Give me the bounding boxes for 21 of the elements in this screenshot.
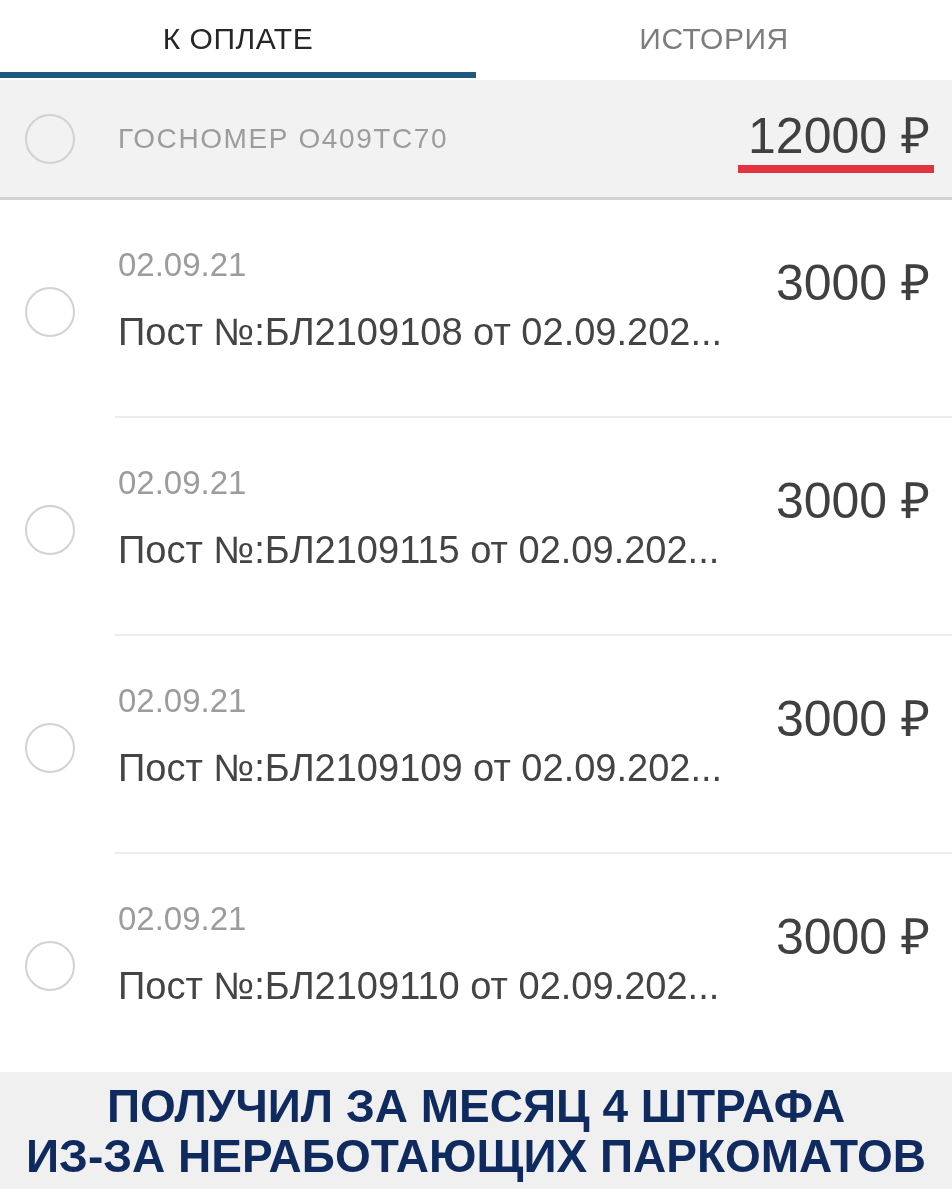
fine-amount: 3000 ₽ <box>775 256 930 310</box>
fine-date: 02.09.21 <box>118 246 247 284</box>
radio-button[interactable] <box>25 287 75 337</box>
radio-button[interactable] <box>25 113 75 164</box>
fine-description: Пост №:БЛ2109108 от 02.09.202... <box>118 310 723 354</box>
fine-description: Пост №:БЛ2109110 от 02.09.202... <box>118 964 720 1008</box>
tab[interactable]: ИСТОРИЯ <box>476 0 952 78</box>
fine-amount: 3000 ₽ <box>775 692 930 746</box>
fine-amount: 3000 ₽ <box>775 910 930 964</box>
radio-button[interactable] <box>25 505 75 555</box>
fine-date: 02.09.21 <box>118 900 247 938</box>
radio-button[interactable] <box>25 723 75 773</box>
fine-description: Пост №:БЛ2109109 от 02.09.202... <box>118 746 723 790</box>
fine-amount: 3000 ₽ <box>775 474 930 528</box>
plate-number: ГОСНОМЕР О409ТС70 <box>118 122 450 155</box>
total-amount: 12000 ₽ <box>748 108 931 163</box>
radio-button[interactable] <box>25 941 75 991</box>
fine-date: 02.09.21 <box>118 464 247 502</box>
fine-date: 02.09.21 <box>118 682 247 720</box>
fine-description: Пост №:БЛ2109115 от 02.09.202... <box>118 528 720 572</box>
caption-headline: ПОЛУЧИЛ ЗА МЕСЯЦ 4 ШТРАФА ИЗ-ЗА НЕРАБОТАЮЩИХ ПАРКОМАТОВ <box>26 1080 926 1181</box>
